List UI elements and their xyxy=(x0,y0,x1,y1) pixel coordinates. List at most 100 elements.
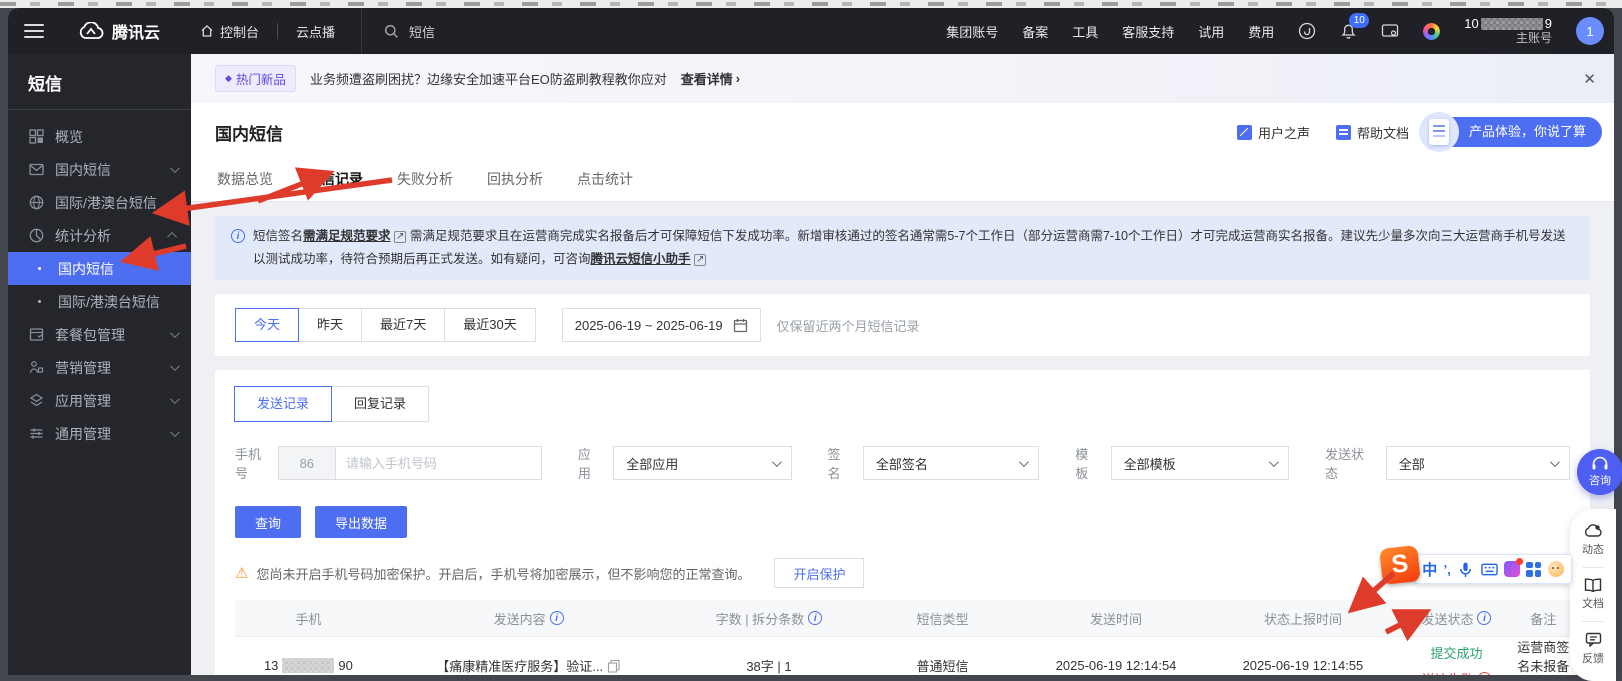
chevron-down-icon xyxy=(170,328,180,338)
sidebar-item-statistics[interactable]: 统计分析 xyxy=(8,219,191,252)
sidebar-subitem-domestic-sms[interactable]: 国内短信 xyxy=(8,252,191,285)
cloud-refresh-icon xyxy=(1584,524,1602,538)
tab-send-records[interactable]: 发送记录 xyxy=(234,386,332,422)
page-tabs: 数据总览 短信记录 失败分析 回执分析 点击统计 xyxy=(191,157,1614,202)
record-type-tabs: 发送记录 回复记录 xyxy=(235,386,1570,422)
account-info[interactable]: 109 主账号 xyxy=(1464,16,1552,46)
nav-link-trial[interactable]: 试用 xyxy=(1198,22,1224,41)
tab-reply-records[interactable]: 回复记录 xyxy=(331,386,429,422)
console-settings-icon[interactable] xyxy=(1381,23,1399,39)
user-voice-link[interactable]: 用户之声 xyxy=(1237,123,1310,142)
col-content: 发送内容 xyxy=(382,609,676,628)
sidebar-item-overview[interactable]: 概览 xyxy=(8,120,191,153)
nav-link-group-account[interactable]: 集团账号 xyxy=(946,22,998,41)
bullet-icon xyxy=(38,267,41,270)
skin-palette-icon[interactable] xyxy=(1504,561,1520,577)
sidebar-item-package-mgmt[interactable]: 套餐包管理 xyxy=(8,318,191,351)
microphone-icon[interactable] xyxy=(1457,561,1474,578)
brand-name: 腾讯云 xyxy=(112,19,160,43)
calendar-icon xyxy=(733,318,748,333)
send-time-cell: 2025-06-19 12:14:54 xyxy=(1023,658,1210,673)
global-search[interactable]: 短信 xyxy=(361,8,721,54)
console-link[interactable]: 控制台 xyxy=(200,22,259,41)
warning-icon: ⚠ xyxy=(235,564,248,582)
menu-icon[interactable] xyxy=(24,24,44,38)
sogou-logo[interactable]: S xyxy=(1379,545,1421,585)
info-icon[interactable] xyxy=(808,611,822,625)
sidebar-item-domestic-sms[interactable]: 国内短信 xyxy=(8,153,191,186)
tab-data-overview[interactable]: 数据总览 xyxy=(215,163,275,201)
nav-link-billing[interactable]: 费用 xyxy=(1248,22,1274,41)
tab-failure-analysis[interactable]: 失败分析 xyxy=(395,163,455,201)
ime-punctuation-toggle[interactable]: ’, xyxy=(1444,562,1451,577)
sign-select[interactable]: 全部签名 xyxy=(863,446,1039,480)
keyboard-icon[interactable] xyxy=(1481,561,1498,578)
quick-date-today[interactable]: 今天 xyxy=(235,308,299,342)
background-window-strip xyxy=(0,0,1622,8)
sidebar-item-intl-sms[interactable]: 国际/港澳台短信 xyxy=(8,186,191,219)
news-button[interactable]: 动态 xyxy=(1582,524,1604,557)
phone-redacted xyxy=(282,658,334,673)
country-code-box[interactable]: 86 xyxy=(278,446,336,480)
help-docs-link[interactable]: 帮助文档 xyxy=(1336,123,1409,142)
enable-protection-button[interactable]: 开启保护 xyxy=(774,558,864,588)
external-link-icon[interactable]: ↗ xyxy=(394,231,406,243)
error-icon[interactable] xyxy=(1478,672,1491,675)
query-button[interactable]: 查询 xyxy=(235,506,301,538)
sidebar-subitem-intl-sms[interactable]: 国际/港澳台短信 xyxy=(8,285,191,318)
tencent-cloud-logo[interactable]: 腾讯云 xyxy=(78,19,160,43)
chat-icon xyxy=(1585,632,1602,647)
quick-date-30days[interactable]: 最近30天 xyxy=(444,308,535,342)
colorful-assistant-icon[interactable] xyxy=(1423,23,1440,40)
spec-requirement-link[interactable]: 需满足规范要求 xyxy=(303,229,391,243)
send-status-select[interactable]: 全部 xyxy=(1386,446,1570,480)
sidebar-item-marketing-mgmt[interactable]: 营销管理 xyxy=(8,351,191,384)
org-icon xyxy=(28,359,45,376)
docs-button[interactable]: 文档 xyxy=(1582,578,1604,611)
nav-link-tools[interactable]: 工具 xyxy=(1072,22,1098,41)
template-select[interactable]: 全部模板 xyxy=(1111,446,1289,480)
notifications-bell-icon[interactable]: 10 xyxy=(1340,22,1357,40)
copy-icon[interactable] xyxy=(607,659,621,673)
package-icon xyxy=(28,326,45,343)
quick-date-7days[interactable]: 最近7天 xyxy=(361,308,445,342)
home-icon xyxy=(200,24,214,38)
signature-notice-banner: 短信签名需满足规范要求 ↗ 需满足规范要求且在运营商完成实名报备后才可保障短信下… xyxy=(215,216,1590,280)
close-icon[interactable]: ✕ xyxy=(1583,70,1596,88)
date-range-picker[interactable]: 2025-06-19 ~ 2025-06-19 xyxy=(562,308,761,342)
info-icon[interactable] xyxy=(550,611,564,625)
nav-link-support[interactable]: 客服支持 xyxy=(1122,22,1174,41)
nav-link-icp[interactable]: 备案 xyxy=(1022,22,1048,41)
sidebar-item-general-mgmt[interactable]: 通用管理 xyxy=(8,417,191,450)
info-icon[interactable] xyxy=(1477,611,1491,625)
avatar[interactable]: 1 xyxy=(1576,17,1604,45)
voucher-icon[interactable] xyxy=(1298,22,1316,40)
quick-date-yesterday[interactable]: 昨天 xyxy=(298,308,362,342)
product-experience-button[interactable]: 产品体验，你说了算 xyxy=(1435,117,1602,147)
phone-input[interactable] xyxy=(336,446,542,480)
tab-receipt-analysis[interactable]: 回执分析 xyxy=(485,163,545,201)
table-row: 1390 【痛康精准医疗服务】验证... 38字 | 1 普通短信 2025-0… xyxy=(235,636,1570,675)
product-tab-vod[interactable]: 云点播 xyxy=(296,22,335,41)
search-icon xyxy=(384,24,399,39)
export-button[interactable]: 导出数据 xyxy=(315,506,407,538)
content-cell: 【痛康精准医疗服务】验证... xyxy=(382,656,676,675)
status-cell: 提交成功 送达失败 xyxy=(1396,643,1516,675)
sidebar-item-app-mgmt[interactable]: 应用管理 xyxy=(8,384,191,417)
feedback-button[interactable]: 反馈 xyxy=(1582,632,1604,666)
external-link-icon[interactable]: ↗ xyxy=(694,254,706,266)
tab-click-stats[interactable]: 点击统计 xyxy=(575,163,635,201)
sms-assistant-link[interactable]: 腾讯云短信小助手 xyxy=(591,252,691,266)
report-time-cell: 2025-06-19 12:14:55 xyxy=(1210,658,1397,673)
template-label: 模板 xyxy=(1075,444,1100,482)
promo-detail-link[interactable]: 查看详情› xyxy=(681,69,740,88)
search-value: 短信 xyxy=(409,22,435,41)
emoji-icon[interactable] xyxy=(1548,561,1564,577)
app-select[interactable]: 全部应用 xyxy=(613,446,791,480)
tab-sms-records[interactable]: 短信记录 xyxy=(305,163,365,201)
sliders-icon xyxy=(28,425,45,442)
divider xyxy=(1582,621,1604,622)
consult-button[interactable]: 咨询 xyxy=(1577,449,1622,495)
ime-menu-icon[interactable] xyxy=(1526,562,1541,577)
ime-language-toggle[interactable]: 中 xyxy=(1422,559,1437,580)
